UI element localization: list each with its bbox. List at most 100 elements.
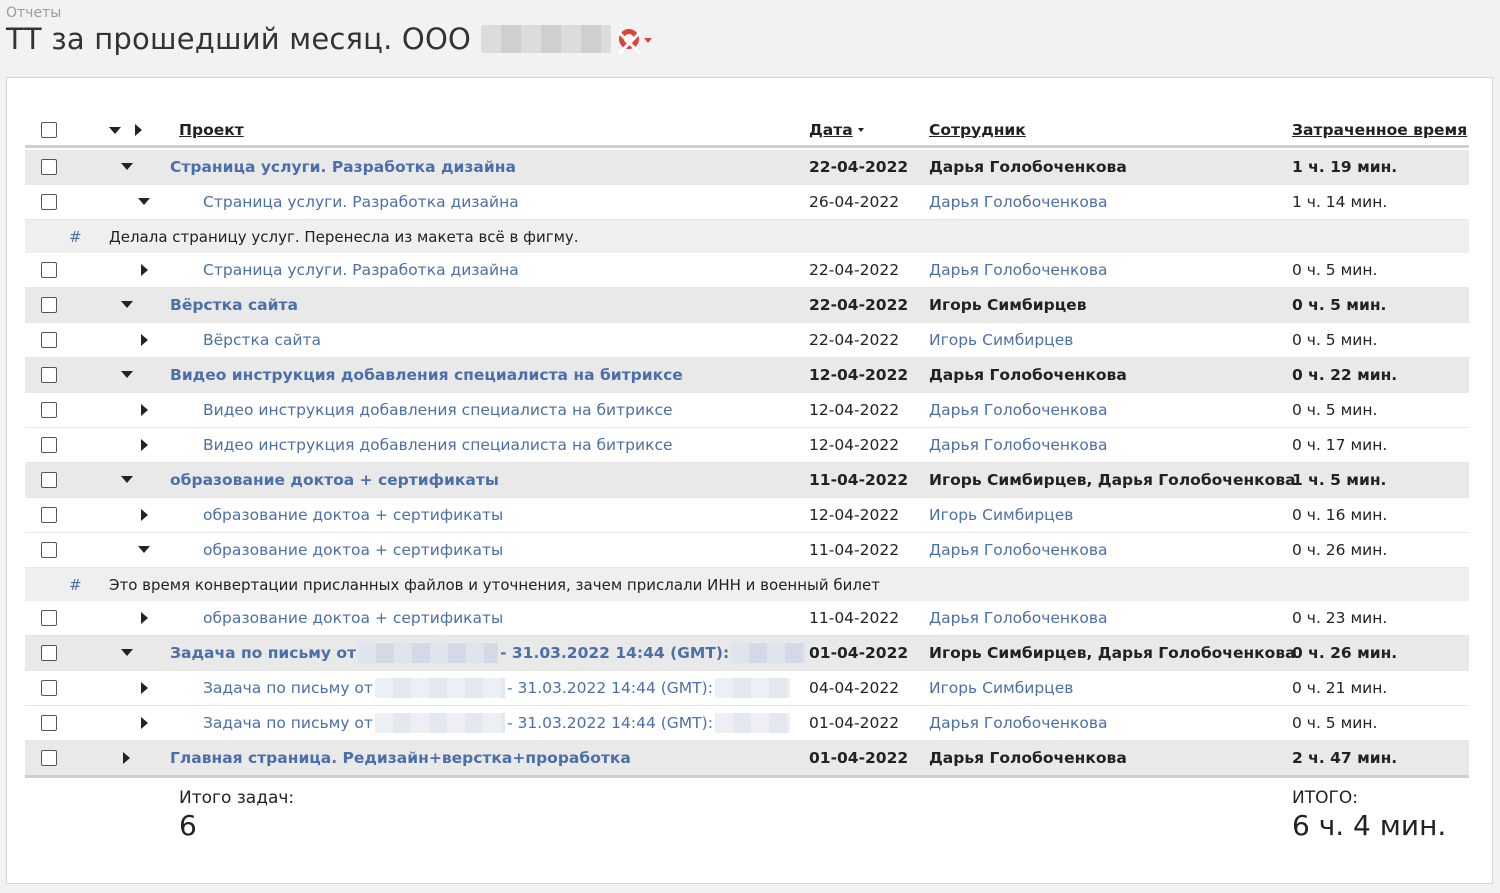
page-title: ТТ за прошедший месяц. ООО — [6, 22, 472, 56]
employee-cell[interactable]: Дарья Голобоченкова — [929, 601, 1108, 635]
date-cell: 12-04-2022 — [809, 436, 900, 454]
header-employee[interactable]: Сотрудник — [929, 114, 1026, 145]
time-cell: 0 ч. 5 мин. — [1292, 714, 1378, 732]
project-link[interactable]: Страница услуги. Разработка дизайна — [170, 150, 516, 184]
employee-cell[interactable]: Игорь Симбирцев — [929, 323, 1073, 357]
row-checkbox[interactable] — [41, 610, 57, 626]
row-checkbox[interactable] — [41, 262, 57, 278]
employee-cell[interactable]: Игорь Симбирцев — [929, 498, 1073, 532]
employee-cell[interactable]: Дарья Голобоченкова — [929, 185, 1108, 219]
collapse-row-icon[interactable] — [138, 546, 150, 553]
project-link[interactable]: Вёрстка сайта — [170, 288, 298, 322]
project-link[interactable]: Задача по письму от - 31.03.2022 14:44 (G… — [203, 706, 792, 740]
row-checkbox[interactable] — [41, 750, 57, 766]
employee-cell[interactable]: Дарья Голобоченкова — [929, 533, 1108, 567]
header-project[interactable]: Проект — [179, 114, 244, 145]
date-cell: 01-04-2022 — [809, 644, 909, 662]
expand-row-icon[interactable] — [141, 439, 148, 451]
employee-cell: Дарья Голобоченкова — [929, 749, 1127, 767]
row-checkbox[interactable] — [41, 437, 57, 453]
expand-row-icon[interactable] — [141, 509, 148, 521]
project-link[interactable]: Вёрстка сайта — [203, 323, 321, 357]
row-checkbox[interactable] — [41, 680, 57, 696]
project-link-prefix: Задача по письму от — [203, 714, 373, 732]
collapse-row-icon[interactable] — [121, 163, 133, 170]
collapse-row-icon[interactable] — [121, 301, 133, 308]
task-row: Вёрстка сайта 22-04-2022 Игорь Симбирцев 0 … — [25, 323, 1469, 358]
time-cell: 0 ч. 5 мин. — [1292, 331, 1378, 349]
row-checkbox[interactable] — [41, 194, 57, 210]
project-link[interactable]: Страница услуги. Разработка дизайна — [203, 253, 519, 287]
expand-row-icon[interactable] — [141, 334, 148, 346]
row-checkbox[interactable] — [41, 715, 57, 731]
collapse-row-icon[interactable] — [138, 198, 150, 205]
row-checkbox[interactable] — [41, 297, 57, 313]
collapse-row-icon[interactable] — [121, 649, 133, 656]
time-cell: 1 ч. 14 мин. — [1292, 193, 1388, 211]
task-row: Страница услуги. Разработка дизайна 22-04… — [25, 253, 1469, 288]
employee-cell[interactable]: Дарья Голобоченкова — [929, 253, 1108, 287]
employee-cell[interactable]: Дарья Голобоченкова — [929, 393, 1108, 427]
page-title-row: ТТ за прошедший месяц. ООО — [6, 22, 653, 56]
row-checkbox[interactable] — [41, 645, 57, 661]
expand-row-icon[interactable] — [141, 404, 148, 416]
time-cell: 0 ч. 26 мин. — [1292, 644, 1398, 662]
hash-icon[interactable]: # — [69, 220, 82, 253]
select-all-checkbox[interactable] — [41, 121, 57, 138]
date-cell: 22-04-2022 — [809, 261, 900, 279]
date-cell: 01-04-2022 — [809, 714, 900, 732]
time-cell: 1 ч. 19 мин. — [1292, 158, 1398, 176]
row-checkbox[interactable] — [41, 332, 57, 348]
employee-cell[interactable]: Игорь Симбирцев — [929, 671, 1073, 705]
time-cell: 2 ч. 47 мин. — [1292, 749, 1398, 767]
tasks-count-value: 6 — [179, 809, 197, 842]
row-checkbox[interactable] — [41, 159, 57, 175]
row-checkbox[interactable] — [41, 367, 57, 383]
expand-row-icon[interactable] — [141, 612, 148, 624]
redacted-sender — [374, 678, 505, 698]
collapse-row-icon[interactable] — [121, 371, 133, 378]
project-link[interactable]: Страница услуги. Разработка дизайна — [203, 185, 519, 219]
redacted-message — [731, 643, 807, 663]
project-link[interactable]: Видео инструкция добавления специалиста … — [203, 393, 673, 427]
row-checkbox[interactable] — [41, 542, 57, 558]
project-link[interactable]: Задача по письму от - 31.03.2022 14:44 (G… — [203, 671, 792, 705]
expand-row-icon[interactable] — [141, 717, 148, 729]
row-checkbox[interactable] — [41, 472, 57, 488]
project-link[interactable]: Видео инструкция добавления специалиста … — [170, 358, 683, 392]
date-cell: 12-04-2022 — [809, 366, 909, 384]
caret-down-icon[interactable] — [644, 37, 653, 43]
project-link[interactable]: образование доктоа + сертификаты — [203, 601, 503, 635]
project-link[interactable]: Задача по письму от - 31.03.2022 14:44 (G… — [170, 636, 808, 670]
project-link-prefix: Задача по письму от — [170, 644, 357, 662]
row-checkbox[interactable] — [41, 402, 57, 418]
employee-cell: Дарья Голобоченкова — [929, 366, 1127, 384]
project-link[interactable]: образование доктоа + сертификаты — [203, 533, 503, 567]
expand-all-icon[interactable] — [109, 127, 121, 134]
time-cell: 1 ч. 5 мин. — [1292, 471, 1387, 489]
row-checkbox[interactable] — [41, 507, 57, 523]
time-cell: 0 ч. 21 мин. — [1292, 679, 1388, 697]
header-date[interactable]: Дата — [809, 114, 864, 145]
project-link[interactable]: образование доктоа + сертификаты — [170, 463, 499, 497]
employee-cell[interactable]: Дарья Голобоченкова — [929, 706, 1108, 740]
comment-row: # Это время конвертации присланных файлов… — [25, 568, 1469, 601]
date-cell: 22-04-2022 — [809, 331, 900, 349]
expand-row-icon[interactable] — [141, 264, 148, 276]
project-link[interactable]: Видео инструкция добавления специалиста … — [203, 428, 673, 462]
header-time[interactable]: Затраченное время — [1292, 114, 1467, 145]
expand-row-icon[interactable] — [123, 752, 130, 764]
employee-cell[interactable]: Дарья Голобоченкова — [929, 428, 1108, 462]
breadcrumb[interactable]: Отчеты — [6, 5, 61, 21]
project-link[interactable]: образование доктоа + сертификаты — [203, 498, 503, 532]
hash-icon[interactable]: # — [69, 568, 82, 601]
expand-row-icon[interactable] — [141, 682, 148, 694]
redacted-message — [714, 713, 790, 733]
date-cell: 22-04-2022 — [809, 158, 909, 176]
collapse-row-icon[interactable] — [121, 476, 133, 483]
lifebuoy-icon[interactable] — [619, 29, 640, 49]
collapse-all-icon[interactable] — [135, 124, 142, 136]
project-link[interactable]: Главная страница. Редизайн+верстка+прора… — [170, 741, 631, 775]
date-cell: 12-04-2022 — [809, 506, 900, 524]
project-link-prefix: Задача по письму от — [203, 679, 373, 697]
